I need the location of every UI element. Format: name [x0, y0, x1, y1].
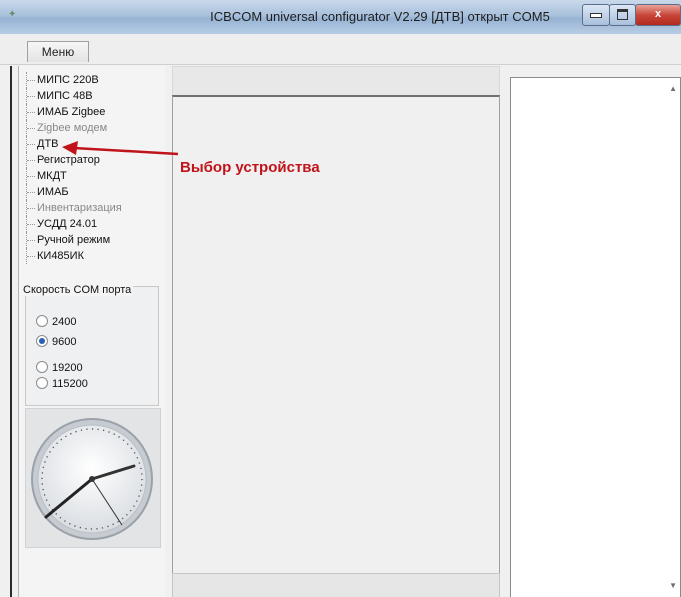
radio-115200[interactable]: 115200	[36, 377, 88, 391]
left-edge-divider	[10, 66, 12, 597]
close-button[interactable]: x	[635, 4, 681, 26]
middle-bottom-strip	[172, 573, 500, 597]
radio-label-2400: 2400	[52, 316, 77, 328]
radio-9600[interactable]: 9600	[36, 335, 76, 349]
radio-circle-115200[interactable]	[36, 377, 48, 389]
device-item-mips220[interactable]: МИПС 220В	[19, 72, 165, 88]
device-item-imab[interactable]: ИМАБ	[19, 184, 165, 200]
minimize-button[interactable]	[582, 4, 610, 26]
device-item-zigbee-modem[interactable]: Zigbee модем	[19, 120, 165, 136]
annotation-label: Выбор устройства	[180, 159, 320, 176]
annotation-arrow-icon	[62, 141, 179, 156]
device-item-mkdt[interactable]: МКДТ	[19, 168, 165, 184]
minimize-icon	[590, 13, 602, 18]
middle-top-strip	[172, 66, 500, 96]
com-speed-title: Скорость COM порта	[23, 284, 134, 296]
com-speed-group: Скорость COM порта 2400 9600 19200 11520…	[23, 284, 159, 406]
app-window: ✦ ICBCOM universal configurator V2.29 [Д…	[0, 0, 681, 597]
device-tree[interactable]: МИПС 220В МИПС 48В ИМАБ Zigbee Zigbee мо…	[19, 72, 165, 264]
device-item-imab-zigbee[interactable]: ИМАБ Zigbee	[19, 104, 165, 120]
radio-circle-19200[interactable]	[36, 361, 48, 373]
log-panel[interactable]: ▲ ▼	[510, 77, 681, 597]
log-scrollbar[interactable]: ▲ ▼	[664, 78, 680, 597]
device-item-inventory[interactable]: Инвентаризация	[19, 200, 165, 216]
maximize-icon	[617, 9, 628, 20]
radio-19200[interactable]: 19200	[36, 361, 83, 375]
window-title: ICBCOM universal configurator V2.29 [ДТВ…	[210, 9, 550, 24]
title-bar[interactable]: ✦ ICBCOM universal configurator V2.29 [Д…	[0, 0, 681, 34]
menu-button[interactable]: Меню	[27, 41, 89, 62]
device-item-ki485ik[interactable]: КИ485ИК	[19, 248, 165, 264]
clock-icon	[31, 418, 153, 540]
device-item-manual-mode[interactable]: Ручной режим	[19, 232, 165, 248]
radio-2400[interactable]: 2400	[36, 315, 76, 329]
radio-circle-9600[interactable]	[36, 335, 48, 347]
radio-circle-2400[interactable]	[36, 315, 48, 327]
scroll-down-icon[interactable]: ▼	[669, 581, 677, 590]
radio-label-9600: 9600	[52, 336, 77, 348]
device-item-mips48[interactable]: МИПС 48В	[19, 88, 165, 104]
radio-label-19200: 19200	[52, 362, 83, 374]
scroll-up-icon[interactable]: ▲	[669, 84, 677, 93]
menu-bar: Меню	[0, 34, 681, 65]
close-icon: x	[654, 8, 662, 20]
device-item-usdd[interactable]: УСДД 24.01	[19, 216, 165, 232]
analog-clock-panel	[25, 408, 161, 548]
app-icon: ✦	[8, 9, 17, 20]
maximize-button[interactable]	[609, 4, 636, 26]
radio-label-115200: 115200	[52, 378, 88, 390]
